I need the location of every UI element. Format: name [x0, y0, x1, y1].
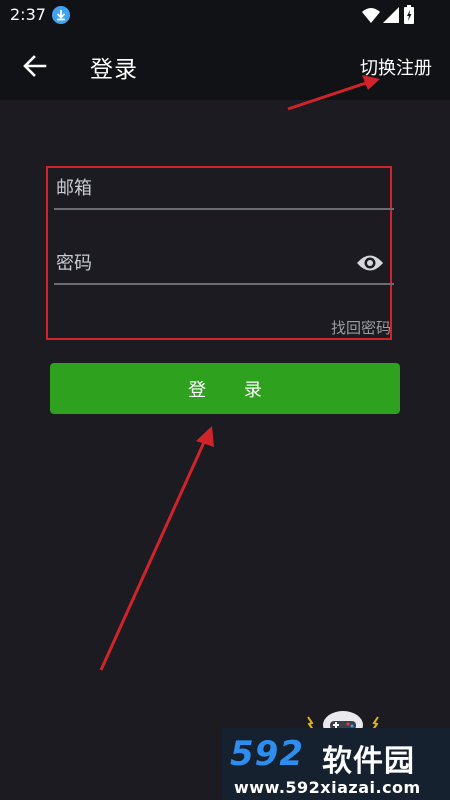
download-icon: [52, 6, 70, 24]
watermark-logo: 592 软件园 www.592xiazai.com: [222, 728, 450, 800]
forgot-password-link[interactable]: 找回密码: [331, 317, 391, 338]
page-title: 登录: [90, 57, 138, 83]
password-input[interactable]: [54, 245, 348, 281]
watermark-number: 592: [230, 734, 304, 774]
annotation-arrow-bottom: [99, 426, 214, 671]
switch-register-link[interactable]: 切换注册: [360, 54, 432, 80]
password-field: [54, 245, 394, 285]
email-field: [54, 170, 394, 210]
login-button[interactable]: 登 录: [50, 363, 400, 414]
battery-icon: [404, 5, 414, 24]
watermark-name: 软件园: [322, 744, 415, 779]
eye-icon[interactable]: [356, 252, 384, 274]
wifi-icon: [362, 8, 380, 23]
email-input[interactable]: [54, 170, 348, 206]
arrow-left-icon[interactable]: [22, 53, 48, 79]
app-bar: 登录 切换注册: [0, 30, 450, 100]
signal-icon: [383, 7, 399, 23]
status-time: 2:37: [10, 5, 46, 24]
watermark-url: www.592xiazai.com: [234, 778, 421, 797]
status-bar: 2:37: [0, 0, 450, 30]
